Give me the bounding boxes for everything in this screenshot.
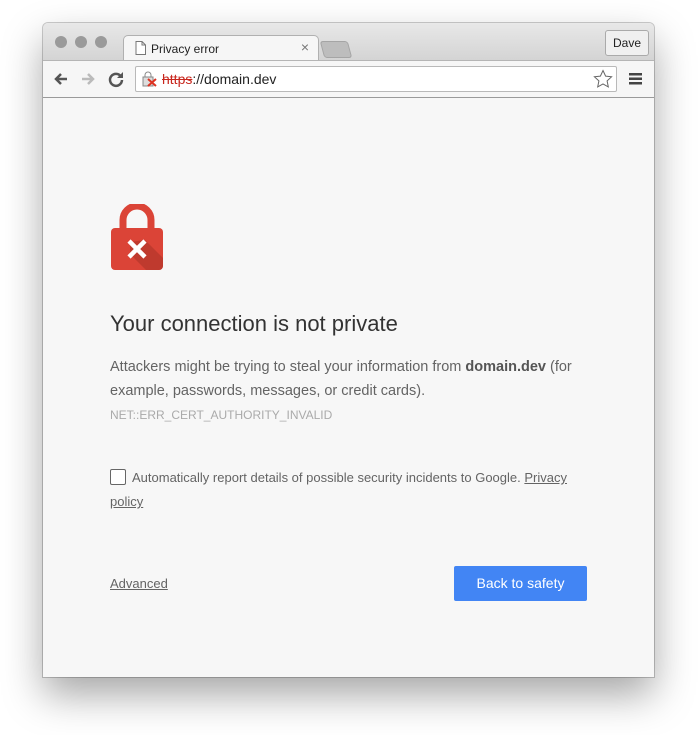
- toolbar: https://domain.dev: [43, 60, 654, 98]
- domain-name: domain.dev: [465, 359, 546, 375]
- tab-close-icon[interactable]: ×: [301, 39, 309, 55]
- forward-arrow-icon[interactable]: [79, 70, 97, 88]
- report-option: Automatically report details of possible…: [110, 466, 590, 514]
- reload-icon[interactable]: [107, 70, 125, 88]
- new-tab-button[interactable]: [319, 41, 353, 58]
- profile-button[interactable]: Dave: [604, 30, 649, 56]
- address-bar[interactable]: https://domain.dev: [135, 66, 617, 92]
- error-code: NET::ERR_CERT_AUTHORITY_INVALID: [110, 408, 333, 422]
- description-text: Attackers might be trying to steal your …: [110, 359, 466, 375]
- back-arrow-icon[interactable]: [52, 70, 70, 88]
- url-text: https://domain.dev: [162, 71, 276, 87]
- page-title: Your connection is not private: [110, 311, 398, 336]
- back-to-safety-button[interactable]: Back to safety: [454, 566, 587, 601]
- interstitial-content: Your connection is not private Attackers…: [43, 97, 654, 677]
- tab-title: Privacy error: [151, 42, 220, 56]
- close-window-button[interactable]: [55, 36, 67, 48]
- bookmark-star-icon[interactable]: [593, 69, 613, 89]
- url-scheme: https: [162, 71, 193, 87]
- url-host: ://domain.dev: [192, 71, 277, 87]
- browser-window: Privacy error × Dave https://domain.dev …: [43, 23, 654, 677]
- menu-icon[interactable]: [629, 72, 643, 86]
- error-description: Attackers might be trying to steal your …: [110, 355, 590, 403]
- maximize-window-button[interactable]: [95, 36, 107, 48]
- red-lock-icon: [111, 204, 163, 270]
- minimize-window-button[interactable]: [75, 36, 87, 48]
- advanced-link[interactable]: Advanced: [110, 576, 168, 591]
- broken-lock-icon: [142, 71, 157, 87]
- tab-strip: Privacy error × Dave: [43, 23, 654, 61]
- report-label: Automatically report details of possible…: [132, 470, 525, 485]
- tab-privacy-error[interactable]: Privacy error ×: [123, 35, 319, 61]
- page-icon: [135, 41, 146, 55]
- report-checkbox[interactable]: [110, 469, 126, 485]
